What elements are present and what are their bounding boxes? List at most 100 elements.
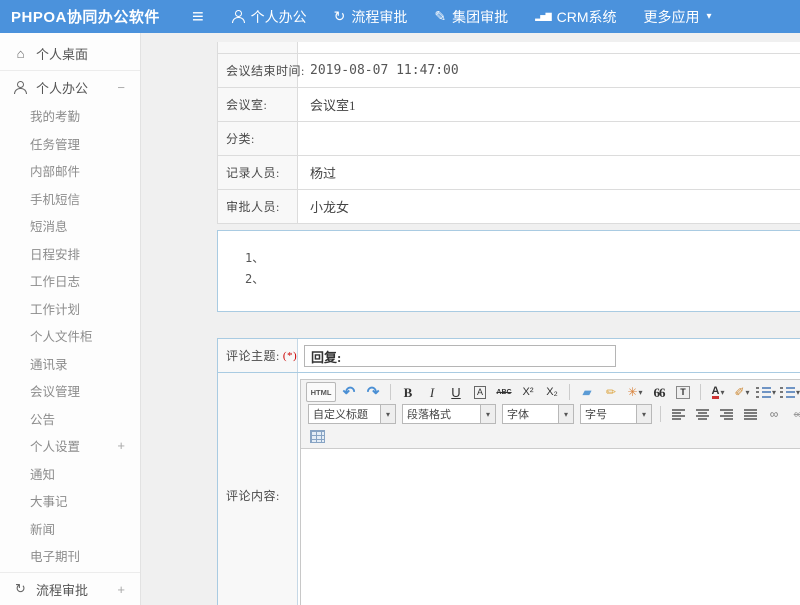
sidebar-item-memorabilia[interactable]: 大事记 <box>0 487 140 515</box>
paste-plain-button[interactable]: T <box>672 382 694 402</box>
sidebar-item-label: 通讯录 <box>30 354 68 373</box>
nav-group-approval[interactable]: ✎集团审批 <box>434 7 508 27</box>
form-row-meeting-end-time: 会议结束时间:2019-08-07 11:47:00 <box>218 54 800 88</box>
eraser-button[interactable]: ▰ <box>576 382 598 402</box>
nav-personal-office[interactable]: 个人办公 <box>232 7 307 27</box>
nav-label: 更多应用 <box>644 7 700 27</box>
link-button[interactable]: ∞ <box>763 404 785 424</box>
sidebar-item-label: 日程安排 <box>30 244 80 263</box>
html-source-button[interactable]: HTML <box>306 382 336 402</box>
unordered-list-button[interactable]: ▾ <box>779 382 800 402</box>
sidebar-item-work-plan[interactable]: 工作计划 <box>0 295 140 323</box>
align-left-icon <box>672 409 685 420</box>
sidebar-item-schedule[interactable]: 日程安排 <box>0 240 140 268</box>
editor-select-heading[interactable]: 自定义标题▾ <box>308 404 396 424</box>
sidebar-item-label: 通知 <box>30 464 55 483</box>
blockquote-icon: 66 <box>654 386 665 399</box>
sidebar-item-mobile-sms[interactable]: 手机短信 <box>0 185 140 213</box>
select-value: 段落格式 <box>403 406 480 422</box>
form-label-approver: 审批人员: <box>218 190 298 223</box>
editor-select-font-family[interactable]: 字体▾ <box>502 404 574 424</box>
main-content: 会议结束时间:2019-08-07 11:47:00会议室:会议室1分类:记录人… <box>141 33 800 605</box>
app-logo: PHPOA协同办公软件 <box>0 6 192 27</box>
undo-button[interactable]: ↶ <box>338 382 360 402</box>
form-row-category: 分类: <box>218 122 800 156</box>
paste-plain-icon: T <box>676 386 690 399</box>
comment-subject-label: 评论主题: (*) <box>218 339 298 372</box>
select-value: 字号 <box>581 406 636 422</box>
sidebar-item-internal-mail[interactable]: 内部邮件 <box>0 157 140 185</box>
sidebar-item-my-attendance[interactable]: 我的考勤 <box>0 102 140 130</box>
select-value: 字体 <box>503 406 558 422</box>
font-color-button[interactable]: A▾ <box>707 382 729 402</box>
table-button[interactable] <box>306 426 328 446</box>
sidebar-item-personal-settings[interactable]: 个人设置+ <box>0 432 140 460</box>
subscript-button[interactable]: X₂ <box>541 382 563 402</box>
nav-more-apps[interactable]: 更多应用 ▾ <box>644 7 712 27</box>
sidebar-item-workflow-approval[interactable]: ↻流程审批+ <box>0 575 140 604</box>
sidebar-item-notice[interactable]: 通知 <box>0 460 140 488</box>
sidebar-item-personal-desktop[interactable]: ⌂个人桌面 <box>0 39 140 68</box>
form-label-category: 分类: <box>218 122 298 155</box>
ordered-list-button[interactable]: ▾ <box>755 382 777 402</box>
editor-select-paragraph-format[interactable]: 段落格式▾ <box>402 404 496 424</box>
sidebar-item-task-management[interactable]: 任务管理 <box>0 130 140 158</box>
form-value-meeting-room: 会议室1 <box>298 88 800 121</box>
nav-label: 集团审批 <box>452 7 508 27</box>
expand-icon[interactable]: + <box>117 438 125 453</box>
cycle-icon: ↻ <box>334 8 346 25</box>
font-border-button[interactable]: A <box>469 382 491 402</box>
comment-content-row: 评论内容: HTML↶↷BIUAABCX²X₂▰✏✳▾66TA▾✐▾▾▾ 自定义… <box>218 373 800 605</box>
nav-crm-system[interactable]: ▂▅▇CRM系统 <box>535 7 616 27</box>
comment-content-label: 评论内容: <box>218 373 298 605</box>
hamburger-menu-icon[interactable]: ≡ <box>192 7 204 27</box>
format-brush-button[interactable]: ✏ <box>600 382 622 402</box>
editor-toolbar-row1: HTML↶↷BIUAABCX²X₂▰✏✳▾66TA▾✐▾▾▾ <box>301 380 800 404</box>
unlink-button[interactable]: ∞ <box>787 404 800 424</box>
collapse-icon[interactable]: − <box>117 80 125 95</box>
italic-button[interactable]: I <box>421 382 443 402</box>
form-row-recorder: 记录人员:杨过 <box>218 156 800 190</box>
expand-icon[interactable]: + <box>117 582 125 597</box>
align-left-button[interactable] <box>667 404 689 424</box>
sidebar-item-news[interactable]: 新闻 <box>0 515 140 543</box>
font-color-icon: A <box>712 386 720 399</box>
redo-button[interactable]: ↷ <box>362 382 384 402</box>
ordered-list-icon <box>756 387 771 398</box>
person-icon <box>14 81 27 94</box>
nav-workflow-approval[interactable]: ↻流程审批 <box>334 7 408 27</box>
sidebar-item-label: 工作日志 <box>30 271 80 290</box>
caret-down-icon: ▾ <box>720 388 724 397</box>
strikethrough-button[interactable]: ABC <box>493 382 515 402</box>
separator <box>569 384 570 400</box>
caret-down-icon: ▾ <box>707 11 712 22</box>
sidebar-item-short-message[interactable]: 短消息 <box>0 212 140 240</box>
align-center-button[interactable] <box>691 404 713 424</box>
meeting-content-box: 1、2、 <box>217 230 800 312</box>
sidebar-item-announcement[interactable]: 公告 <box>0 405 140 433</box>
highlight-color-button[interactable]: ✐▾ <box>731 382 753 402</box>
rich-text-editor: HTML↶↷BIUAABCX²X₂▰✏✳▾66TA▾✐▾▾▾ 自定义标题▾段落格… <box>300 379 800 605</box>
unordered-list-icon <box>780 387 795 398</box>
barchart-icon: ▂▅▇ <box>535 12 550 21</box>
comment-subject-input[interactable] <box>304 345 616 367</box>
blockquote-button[interactable]: 66 <box>648 382 670 402</box>
sidebar-item-personal-file-cabinet[interactable]: 个人文件柜 <box>0 322 140 350</box>
bold-button[interactable]: B <box>397 382 419 402</box>
editor-content-area[interactable] <box>301 448 800 605</box>
align-right-button[interactable] <box>715 404 737 424</box>
sidebar-item-e-journal[interactable]: 电子期刊 <box>0 542 140 570</box>
comment-subject-label-text: 评论主题: <box>226 347 280 364</box>
underline-button[interactable]: U <box>445 382 467 402</box>
form-label-recorder: 记录人员: <box>218 156 298 189</box>
align-justify-icon <box>744 409 757 420</box>
align-center-icon <box>696 409 709 420</box>
superscript-button[interactable]: X² <box>517 382 539 402</box>
sidebar-item-contacts[interactable]: 通讯录 <box>0 350 140 378</box>
sidebar-item-personal-office[interactable]: 个人办公− <box>0 73 140 102</box>
editor-select-font-size[interactable]: 字号▾ <box>580 404 652 424</box>
sidebar-item-work-log[interactable]: 工作日志 <box>0 267 140 295</box>
align-justify-button[interactable] <box>739 404 761 424</box>
sidebar-item-meeting-management[interactable]: 会议管理 <box>0 377 140 405</box>
remove-format-button[interactable]: ✳▾ <box>624 382 646 402</box>
